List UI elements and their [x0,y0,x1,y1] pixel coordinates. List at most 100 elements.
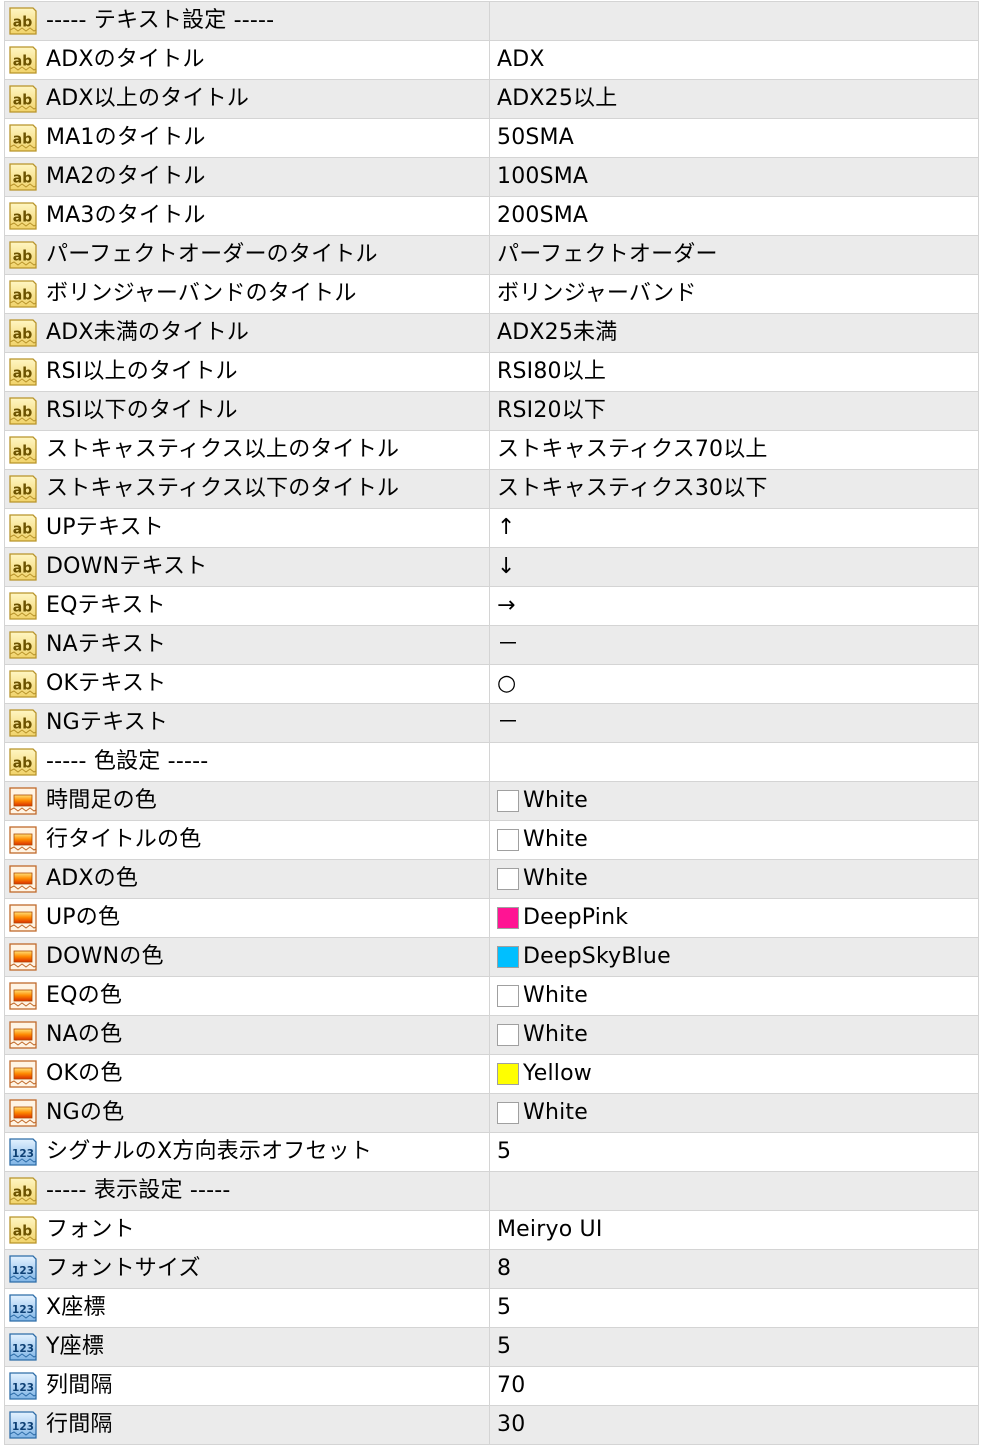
parameter-row[interactable]: ab RSI以下のタイトル RSI20以下 [4,392,979,431]
parameter-name: NGの色 [46,1100,125,1125]
parameter-value-cell[interactable]: White [490,821,979,859]
parameter-row[interactable]: ab フォント Meiryo UI [4,1211,979,1250]
parameter-row[interactable]: ab ADXのタイトル ADX [4,41,979,80]
parameter-value-cell[interactable]: 8 [490,1250,979,1288]
parameter-value-cell[interactable]: パーフェクトオーダー [490,236,979,274]
parameter-row[interactable]: ab MA1のタイトル 50SMA [4,119,979,158]
parameter-row[interactable]: DOWNの色 DeepSkyBlue [4,938,979,977]
parameter-value-cell[interactable]: ストキャスティクス70以上 [490,431,979,469]
parameter-value-cell[interactable]: White [490,977,979,1015]
parameter-row[interactable]: ADXの色 White [4,860,979,899]
parameter-row[interactable]: 123 フォントサイズ 8 [4,1250,979,1289]
parameter-row[interactable]: ab ----- テキスト設定 ----- [4,2,979,41]
parameter-value-cell[interactable]: 50SMA [490,119,979,157]
parameter-value-cell[interactable]: ↓ [490,548,979,586]
parameter-value-cell[interactable]: ADX [490,41,979,79]
parameter-value-cell[interactable]: ADX25以上 [490,80,979,118]
parameter-value-cell[interactable]: → [490,587,979,625]
parameter-row[interactable]: NAの色 White [4,1016,979,1055]
color-swatch [497,1024,519,1046]
parameter-row[interactable]: ab ストキャスティクス以上のタイトル ストキャスティクス70以上 [4,431,979,470]
parameter-row[interactable]: UPの色 DeepPink [4,899,979,938]
parameter-row[interactable]: 123 Y座標 5 [4,1328,979,1367]
color-swatch [497,1063,519,1085]
parameter-row[interactable]: ab MA3のタイトル 200SMA [4,197,979,236]
parameter-value-cell[interactable] [490,743,979,781]
parameter-name: フォント [46,1217,135,1242]
color-swatch [497,946,519,968]
parameter-value-cell[interactable]: 5 [490,1328,979,1366]
parameter-value-cell[interactable]: ストキャスティクス30以下 [490,470,979,508]
parameter-row[interactable]: 時間足の色 White [4,782,979,821]
parameter-value-cell[interactable]: ボリンジャーバンド [490,275,979,313]
parameter-value: ADX [497,47,545,72]
parameter-value-cell[interactable]: White [490,1094,979,1132]
parameter-value-cell[interactable]: 30 [490,1406,979,1444]
parameter-row[interactable]: ab EQテキスト → [4,587,979,626]
parameter-value-cell[interactable]: ○ [490,665,979,703]
integer-123-icon: 123 [8,1371,38,1401]
parameter-name: EQテキスト [46,593,166,618]
parameter-row[interactable]: 123 行間隔 30 [4,1406,979,1445]
parameter-row[interactable]: EQの色 White [4,977,979,1016]
parameter-row[interactable]: 123 シグナルのX方向表示オフセット 5 [4,1133,979,1172]
parameter-value-cell[interactable]: Meiryo UI [490,1211,979,1249]
parameter-value-cell[interactable]: DeepSkyBlue [490,938,979,976]
parameter-row[interactable]: ab OKテキスト ○ [4,665,979,704]
parameter-value-cell[interactable]: White [490,1016,979,1054]
parameter-value-cell[interactable] [490,1172,979,1210]
color-icon [8,1059,38,1089]
parameter-row[interactable]: 行タイトルの色 White [4,821,979,860]
parameter-value: White [523,788,588,813]
parameter-value: ADX25未満 [497,320,618,345]
parameter-value-cell[interactable]: － [490,704,979,742]
parameter-row[interactable]: ab ADX以上のタイトル ADX25以上 [4,80,979,119]
parameter-value-cell[interactable]: White [490,860,979,898]
parameter-name: MA1のタイトル [46,125,206,150]
parameter-row[interactable]: ab MA2のタイトル 100SMA [4,158,979,197]
parameter-row[interactable]: ab ストキャスティクス以下のタイトル ストキャスティクス30以下 [4,470,979,509]
color-icon [8,825,38,855]
color-icon [8,864,38,894]
parameter-row[interactable]: OKの色 Yellow [4,1055,979,1094]
parameter-value-cell[interactable]: ↑ [490,509,979,547]
parameter-row[interactable]: 123 X座標 5 [4,1289,979,1328]
parameter-row[interactable]: ab ADX未満のタイトル ADX25未満 [4,314,979,353]
parameter-row[interactable]: ab パーフェクトオーダーのタイトル パーフェクトオーダー [4,236,979,275]
parameter-value: 5 [497,1295,512,1320]
parameter-row[interactable]: ab RSI以上のタイトル RSI80以上 [4,353,979,392]
parameter-row[interactable]: ab NAテキスト － [4,626,979,665]
parameter-name-cell: ab ストキャスティクス以下のタイトル [4,470,490,508]
parameter-value-cell[interactable]: 5 [490,1289,979,1327]
parameter-name: シグナルのX方向表示オフセット [46,1139,373,1164]
parameter-value-cell[interactable]: － [490,626,979,664]
parameter-name: DOWNテキスト [46,554,208,579]
parameter-value-cell[interactable] [490,2,979,40]
parameter-row[interactable]: ab ボリンジャーバンドのタイトル ボリンジャーバンド [4,275,979,314]
parameter-row[interactable]: ab UPテキスト ↑ [4,509,979,548]
parameter-value-cell[interactable]: RSI20以下 [490,392,979,430]
parameter-value-cell[interactable]: 100SMA [490,158,979,196]
parameter-row[interactable]: NGの色 White [4,1094,979,1133]
parameter-value-cell[interactable]: Yellow [490,1055,979,1093]
parameter-row[interactable]: ab ----- 色設定 ----- [4,743,979,782]
parameter-name: 時間足の色 [46,788,158,813]
parameter-value-cell[interactable]: RSI80以上 [490,353,979,391]
parameter-name: ----- 表示設定 ----- [46,1178,231,1203]
parameter-value: DeepSkyBlue [523,944,671,969]
parameter-value-cell[interactable]: White [490,782,979,820]
parameter-row[interactable]: 123 列間隔 70 [4,1367,979,1406]
parameter-value-cell[interactable]: ADX25未満 [490,314,979,352]
parameter-value-cell[interactable]: DeepPink [490,899,979,937]
parameter-value-cell[interactable]: 5 [490,1133,979,1171]
parameter-value-cell[interactable]: 70 [490,1367,979,1405]
color-icon [8,1098,38,1128]
svg-text:123: 123 [12,1148,34,1160]
parameter-row[interactable]: ab NGテキスト － [4,704,979,743]
parameter-value-cell[interactable]: 200SMA [490,197,979,235]
parameter-row[interactable]: ab DOWNテキスト ↓ [4,548,979,587]
parameter-value: 200SMA [497,203,589,228]
parameter-row[interactable]: ab ----- 表示設定 ----- [4,1172,979,1211]
string-ab-icon: ab [8,357,38,387]
parameter-name-cell: ADXの色 [4,860,490,898]
